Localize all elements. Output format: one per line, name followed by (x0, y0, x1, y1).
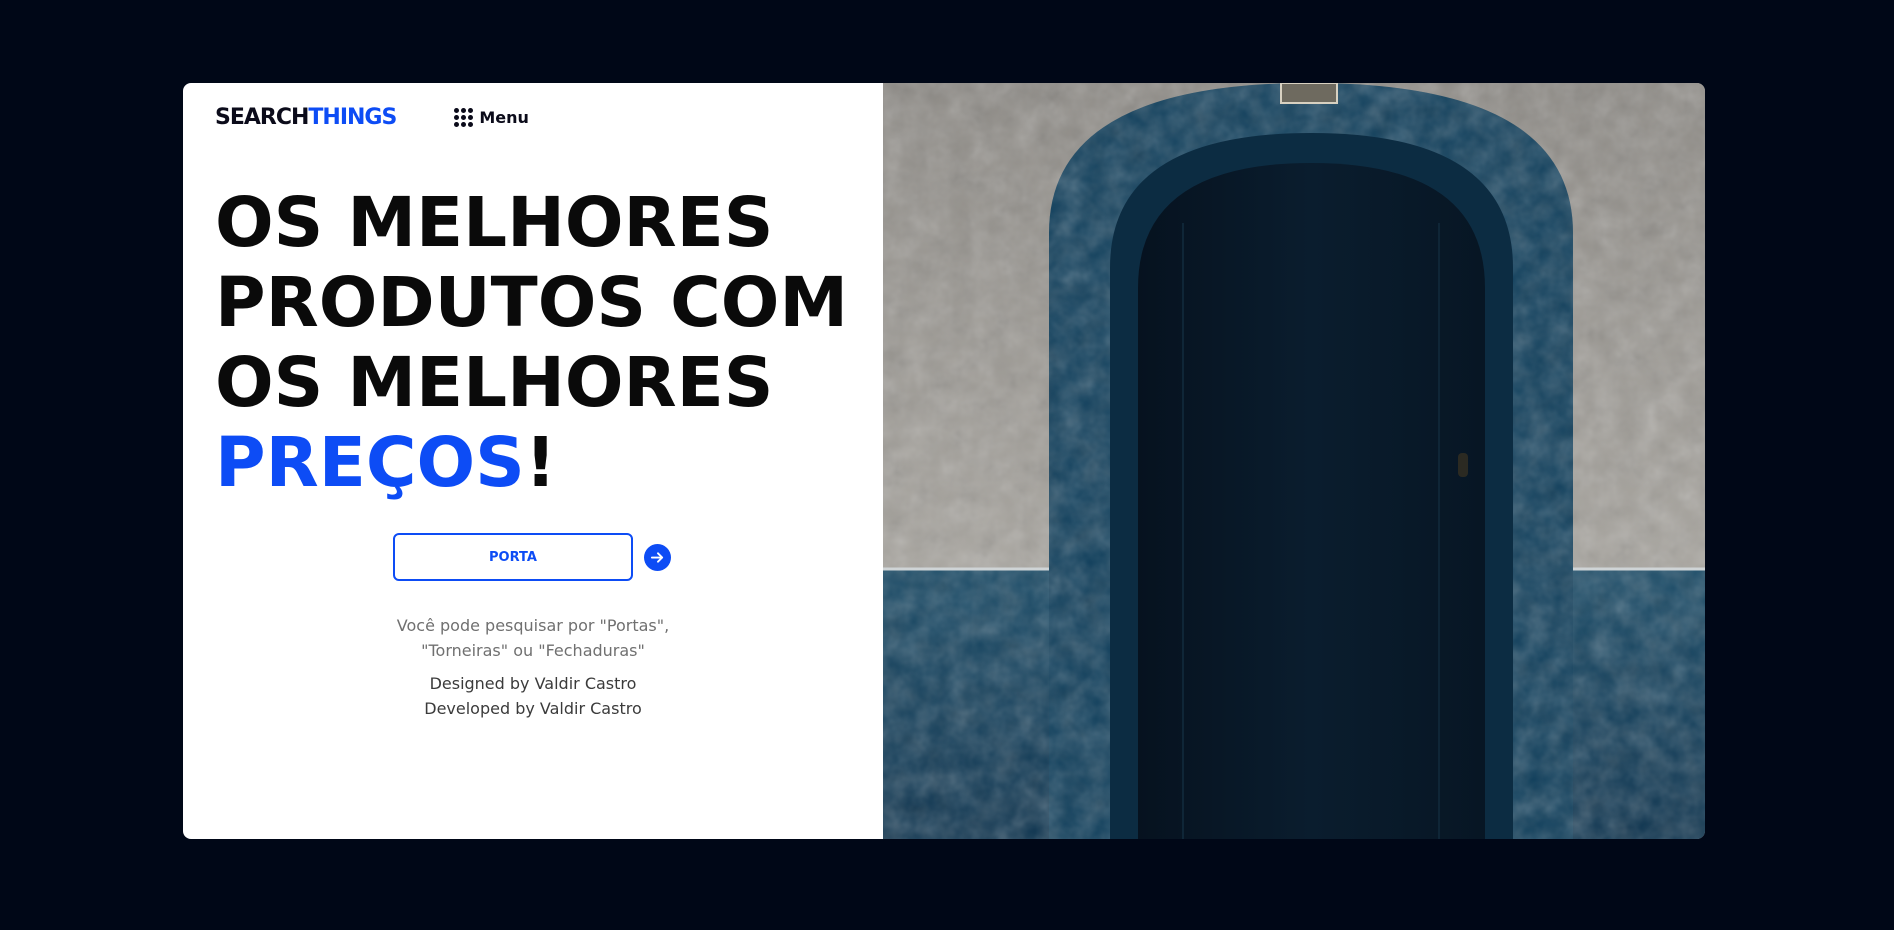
headline-line-2: PRODUTOS COM (215, 263, 849, 343)
search-form (393, 533, 671, 581)
search-input[interactable] (393, 533, 633, 581)
search-hint: Você pode pesquisar por "Portas", "Torne… (183, 613, 883, 663)
main-card: SEARCHTHINGS Menu OS MELHORES PRODUTOS C… (183, 83, 1705, 839)
headline-line-1: OS MELHORES (215, 183, 774, 263)
door-photo (883, 83, 1705, 839)
logo-text-things: THINGS (308, 105, 397, 130)
headline-highlight: PREÇOS (215, 423, 525, 503)
headline-punctuation: ! (524, 423, 557, 503)
search-hint-line-1: Você pode pesquisar por "Portas", (396, 616, 670, 635)
credit-developed: Developed by Valdir Castro (424, 699, 642, 718)
hero-image (883, 83, 1705, 839)
credits: Designed by Valdir Castro Developed by V… (183, 671, 883, 721)
logo-text-search: SEARCH (215, 105, 309, 130)
menu-button[interactable]: Menu (454, 108, 529, 127)
headline-line-3: OS MELHORES (215, 343, 774, 423)
arrow-right-icon (650, 551, 664, 563)
logo[interactable]: SEARCHTHINGS (215, 105, 397, 130)
grid-dots-icon (454, 108, 474, 127)
search-submit-button[interactable] (644, 543, 671, 571)
header: SEARCHTHINGS Menu (215, 105, 529, 130)
search-hint-line-2: "Torneiras" ou "Fechaduras" (421, 641, 645, 660)
left-panel: SEARCHTHINGS Menu OS MELHORES PRODUTOS C… (183, 83, 883, 839)
menu-label: Menu (479, 108, 529, 127)
credit-designed: Designed by Valdir Castro (429, 674, 637, 693)
hero-headline: OS MELHORES PRODUTOS COM OS MELHORES PRE… (215, 183, 848, 503)
headline-line-4: PREÇOS! (215, 423, 848, 503)
